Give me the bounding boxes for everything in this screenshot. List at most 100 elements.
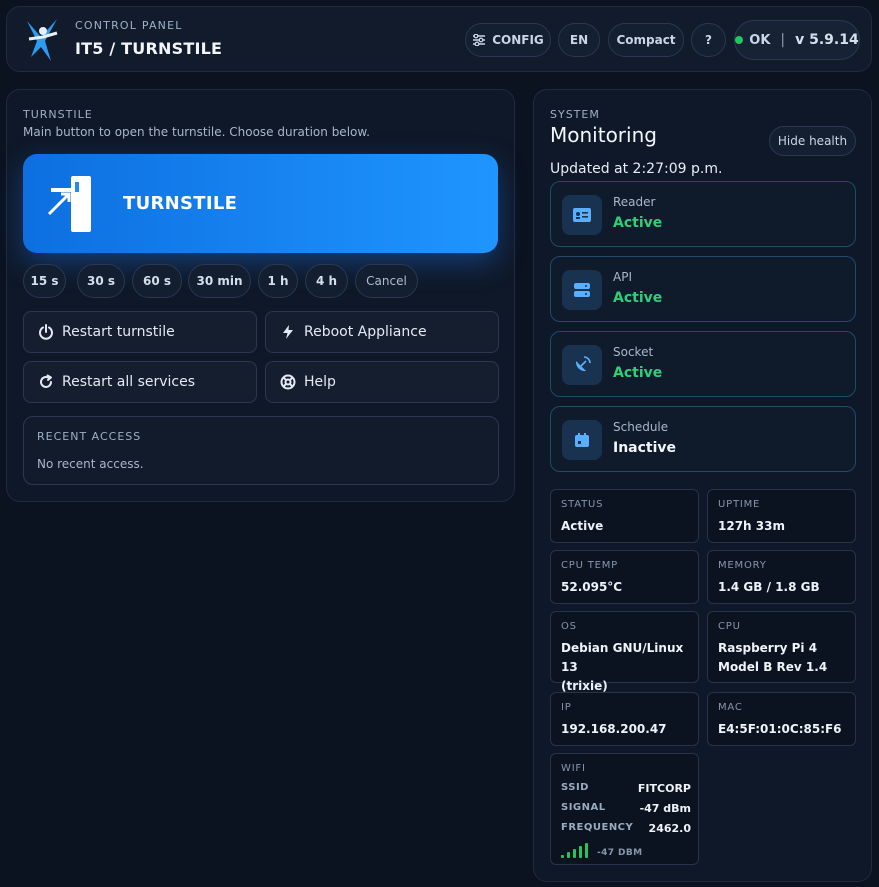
monitoring-card: SYSTEM Monitoring Hide health Updated at… [533, 89, 872, 882]
open-turnstile-button[interactable]: TURNSTILE [23, 154, 498, 253]
turnstile-section-label: TURNSTILE [23, 108, 93, 121]
duration-label: 4 h [315, 274, 338, 288]
restart-services-label: Restart all services [62, 374, 196, 390]
stat-value: Debian GNU/Linux 13 (trixie) [561, 639, 698, 696]
wifi-frequency-key: FREQUENCY [561, 822, 634, 833]
service-state: Active [613, 290, 663, 306]
duration-label: 15 s [30, 274, 59, 288]
separator: | [780, 32, 786, 48]
restart-turnstile-button[interactable]: Restart turnstile [23, 311, 257, 353]
language-label: EN [569, 33, 589, 47]
signal-bars-icon: -47 DBM [561, 842, 642, 858]
service-reader: Reader Active [550, 181, 856, 247]
duration-30min-button[interactable]: 30 min [188, 264, 251, 298]
stat-value: 1.4 GB / 1.8 GB [718, 580, 820, 594]
language-button[interactable]: EN [558, 23, 600, 57]
help-label: ? [705, 33, 712, 47]
wifi-frequency-row: FREQUENCY 2462.0 [561, 822, 691, 835]
lifebuoy-icon [280, 374, 296, 390]
service-name: API [613, 270, 632, 284]
wifi-signal-value: -47 dBm [639, 802, 691, 815]
service-socket: Socket Active [550, 331, 856, 397]
duration-label: 1 h [267, 274, 289, 288]
config-button[interactable]: CONFIG [465, 23, 551, 57]
duration-60s-button[interactable]: 60 s [132, 264, 182, 298]
status-label: OK [749, 32, 771, 48]
restart-turnstile-label: Restart turnstile [62, 324, 175, 340]
compact-label: Compact [616, 33, 676, 47]
duration-30s-button[interactable]: 30 s [77, 264, 125, 298]
stat-ip: IP 192.168.200.47 [550, 692, 699, 746]
stat-label: CPU [718, 621, 741, 632]
cancel-duration-button[interactable]: Cancel [355, 264, 418, 298]
wifi-panel: WIFI SSID FITCORP SIGNAL -47 dBm FREQUEN… [550, 753, 699, 865]
stat-value: 127h 33m [718, 519, 785, 533]
recent-access-label: RECENT ACCESS [37, 430, 142, 443]
duration-4h-button[interactable]: 4 h [305, 264, 348, 298]
signal-bar [561, 855, 564, 858]
hide-health-button[interactable]: Hide health [769, 126, 856, 156]
satellite-dish-icon [562, 345, 602, 385]
stat-value: Raspberry Pi 4 Model B Rev 1.4 [718, 639, 827, 677]
cancel-label: Cancel [366, 274, 407, 288]
signal-bar [567, 852, 570, 858]
header-subtitle: CONTROL PANEL [75, 19, 183, 32]
reboot-appliance-button[interactable]: Reboot Appliance [265, 311, 499, 353]
wifi-signal-row: SIGNAL -47 dBm [561, 802, 691, 815]
recent-access-empty: No recent access. [37, 457, 144, 471]
version-label: v 5.9.14 [795, 32, 859, 48]
stat-label: CPU TEMP [561, 560, 618, 571]
help-button[interactable]: ? [691, 23, 726, 57]
restart-services-button[interactable]: Restart all services [23, 361, 257, 403]
duration-label: 30 s [86, 274, 116, 288]
compact-button[interactable]: Compact [608, 23, 684, 57]
wifi-ssid-value: FITCORP [637, 782, 691, 795]
server-icon [562, 270, 602, 310]
config-label: CONFIG [492, 33, 544, 47]
turnstile-description: Main button to open the turnstile. Choos… [23, 125, 370, 139]
wifi-ssid-row: SSID FITCORP [561, 782, 691, 795]
hide-health-label: Hide health [777, 134, 848, 148]
signal-bar [579, 846, 582, 858]
turnstile-card: TURNSTILE Main button to open the turnst… [6, 89, 515, 502]
status-dot-icon [735, 36, 744, 44]
duration-label: 60 s [142, 274, 172, 288]
wifi-frequency-value: 2462.0 [648, 822, 691, 835]
cpu-line-1: Raspberry Pi 4 [718, 641, 818, 655]
help-action-button[interactable]: Help [265, 361, 499, 403]
service-state: Active [613, 365, 663, 381]
reboot-appliance-label: Reboot Appliance [304, 324, 427, 340]
power-icon [39, 324, 53, 340]
duration-1h-button[interactable]: 1 h [258, 264, 298, 298]
stat-cpu: CPU Raspberry Pi 4 Model B Rev 1.4 [707, 611, 856, 683]
stat-label: UPTIME [718, 499, 761, 510]
stat-memory: MEMORY 1.4 GB / 1.8 GB [707, 550, 856, 604]
service-name: Schedule [613, 420, 669, 434]
stat-label: STATUS [561, 499, 604, 510]
stat-status: STATUS Active [550, 489, 699, 543]
updated-timestamp: Updated at 2:27:09 p.m. [550, 161, 723, 177]
cpu-line-2: Model B Rev 1.4 [718, 660, 828, 674]
stat-value: E4:5F:01:0C:85:F6 [718, 722, 842, 736]
service-name: Reader [613, 195, 656, 209]
sliders-icon [473, 34, 486, 46]
page-title: IT5 / TURNSTILE [75, 39, 223, 58]
stat-value: Active [561, 519, 604, 533]
stat-label: MEMORY [718, 560, 767, 571]
stat-value: 52.095°C [561, 580, 623, 594]
id-card-icon [562, 195, 602, 235]
calendar-icon [562, 420, 602, 460]
stat-label: IP [561, 702, 572, 713]
service-state: Active [613, 215, 663, 231]
stat-label: OS [561, 621, 577, 632]
recent-access-panel: RECENT ACCESS No recent access. [23, 416, 499, 485]
signal-bars-text: -47 DBM [597, 848, 643, 858]
monitoring-title: Monitoring [550, 123, 657, 147]
duration-label: 30 min [196, 274, 243, 288]
signal-bar [585, 843, 588, 858]
os-line-1: Debian GNU/Linux 13 [561, 641, 684, 674]
duration-15s-button[interactable]: 15 s [23, 264, 66, 298]
wifi-label: WIFI [561, 763, 586, 774]
service-schedule: Schedule Inactive [550, 406, 856, 472]
stat-mac: MAC E4:5F:01:0C:85:F6 [707, 692, 856, 746]
